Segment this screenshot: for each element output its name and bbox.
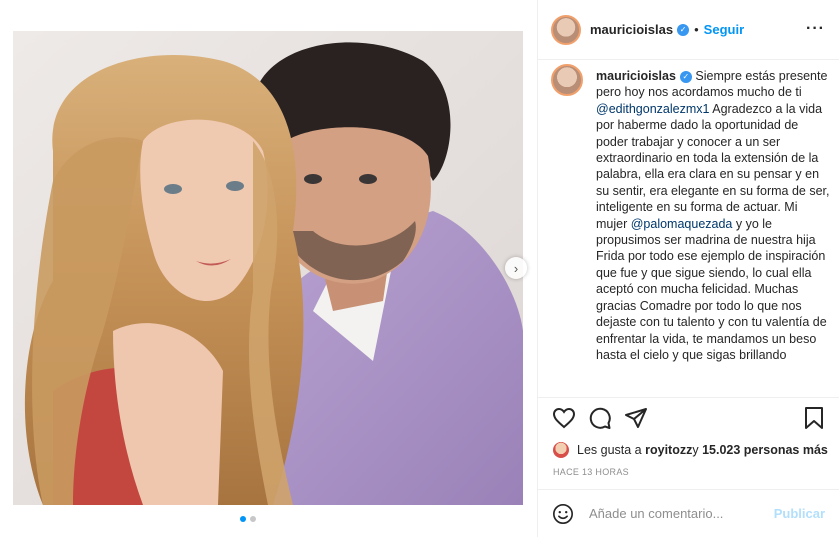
- carousel-dot-active: [240, 516, 246, 522]
- caption-text: mauricioislas ✓ Siempre estás presente pe…: [596, 68, 831, 363]
- post-timestamp[interactable]: HACE 13 HORAS: [553, 467, 629, 477]
- add-comment-bar: Publicar: [538, 489, 839, 537]
- liker-username[interactable]: royitozz: [645, 443, 692, 457]
- chevron-right-icon: ›: [513, 260, 519, 276]
- author-username[interactable]: mauricioislas: [590, 22, 673, 37]
- carousel-dot: [250, 516, 256, 522]
- photo-illustration: [13, 31, 523, 505]
- post-side-panel: mauricioislas ✓ • Seguir ··· mauricioisl…: [538, 0, 839, 537]
- post-media: ›: [0, 0, 538, 537]
- header-separator: •: [694, 22, 699, 37]
- caption-avatar[interactable]: [551, 64, 583, 96]
- caption-body-3: y yo le propusimos ser madrina de nuestr…: [596, 216, 827, 362]
- heart-icon[interactable]: [552, 406, 576, 435]
- verified-badge-icon: ✓: [677, 23, 690, 36]
- author-avatar[interactable]: [551, 14, 581, 45]
- caption-body-2: Agradezco a la vida por haberme dado la …: [596, 101, 830, 231]
- post-header: mauricioislas ✓ • Seguir ···: [538, 0, 839, 60]
- bookmark-icon[interactable]: [803, 406, 825, 435]
- comments-section[interactable]: mauricioislas ✓ Siempre estás presente pe…: [538, 60, 839, 398]
- mention-link[interactable]: @edithgonzalezmx1: [596, 102, 709, 116]
- carousel-next-button[interactable]: ›: [505, 257, 527, 279]
- comment-input[interactable]: [587, 505, 771, 522]
- emoji-icon[interactable]: [552, 503, 574, 525]
- share-icon[interactable]: [624, 406, 648, 435]
- likes-middle: y: [692, 443, 699, 457]
- likes-summary: Les gusta a royitozz y 15.023 personas m…: [553, 442, 828, 458]
- follow-button[interactable]: Seguir: [704, 22, 744, 37]
- liker-avatar[interactable]: [553, 442, 569, 458]
- likes-prefix: Les gusta a: [577, 443, 642, 457]
- instagram-post: › mauricioislas ✓ • Seguir ··· mauricioi…: [0, 0, 839, 537]
- carousel-indicator: [240, 516, 256, 522]
- comment-icon[interactable]: [588, 406, 612, 435]
- mention-link[interactable]: @palomaquezada: [631, 217, 733, 231]
- more-options-button[interactable]: ···: [806, 20, 825, 38]
- caption-username[interactable]: mauricioislas: [596, 69, 676, 83]
- likes-count[interactable]: 15.023 personas más: [702, 443, 828, 457]
- post-actions: [538, 398, 839, 440]
- verified-badge-icon: ✓: [679, 70, 692, 83]
- publish-button[interactable]: Publicar: [774, 506, 825, 521]
- post-photo[interactable]: [13, 31, 523, 505]
